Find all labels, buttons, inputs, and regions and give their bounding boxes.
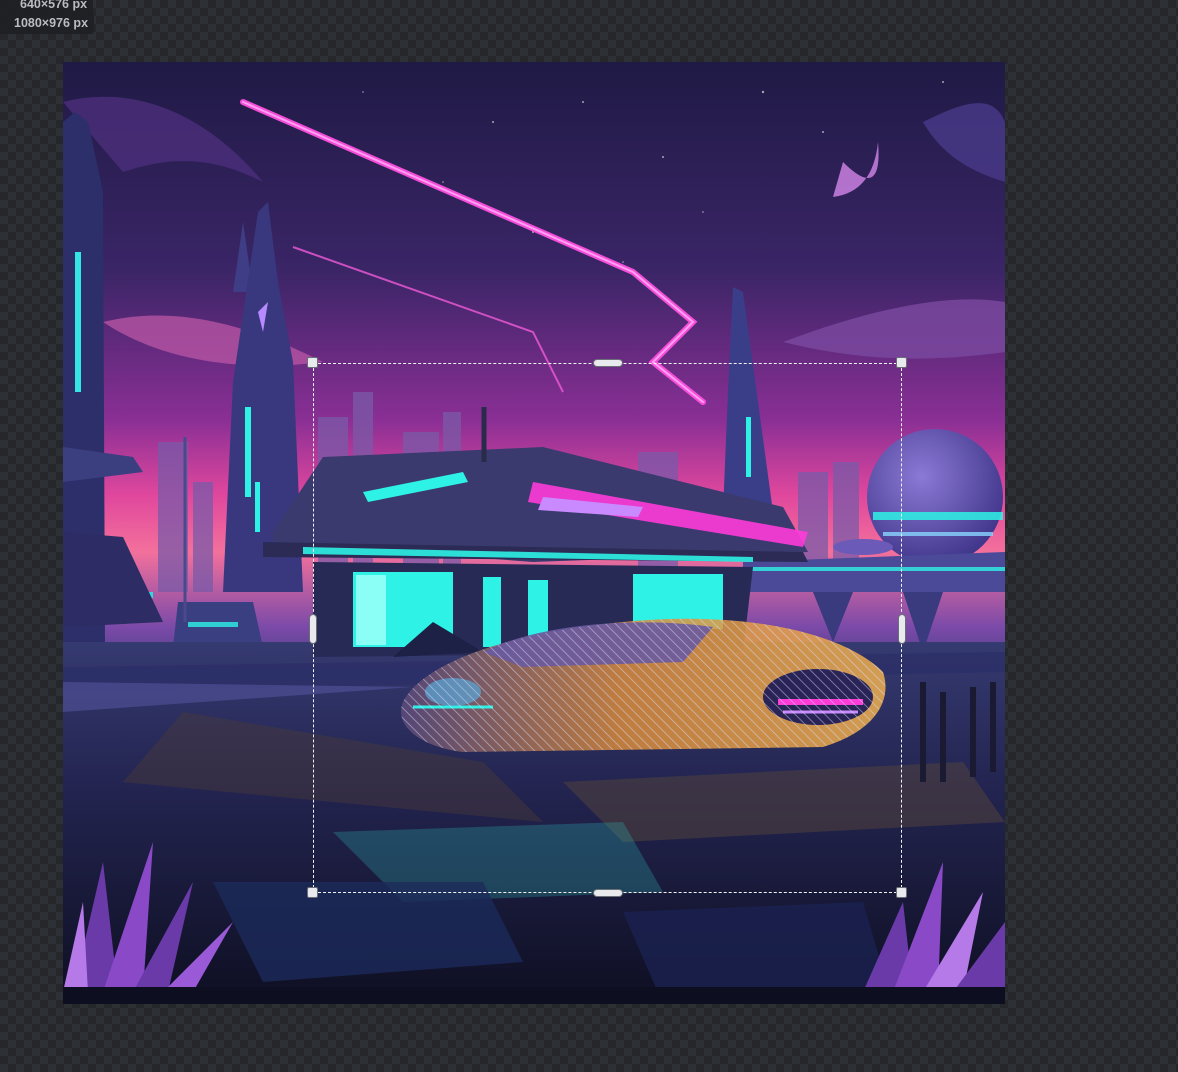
original-size-label: 640×576 px xyxy=(0,0,94,15)
resize-handle-bottom-left[interactable] xyxy=(307,887,318,898)
resize-handle-right[interactable] xyxy=(898,614,906,644)
resized-size-label: 1080×976 px xyxy=(0,14,95,34)
resize-handle-left[interactable] xyxy=(309,614,317,644)
resize-handle-bottom[interactable] xyxy=(593,889,623,897)
resize-handle-top-left[interactable] xyxy=(307,357,318,368)
resize-handle-bottom-right[interactable] xyxy=(896,887,907,898)
crop-selection-box[interactable] xyxy=(313,363,902,893)
resize-handle-top-right[interactable] xyxy=(896,357,907,368)
resize-handle-top[interactable] xyxy=(593,359,623,367)
